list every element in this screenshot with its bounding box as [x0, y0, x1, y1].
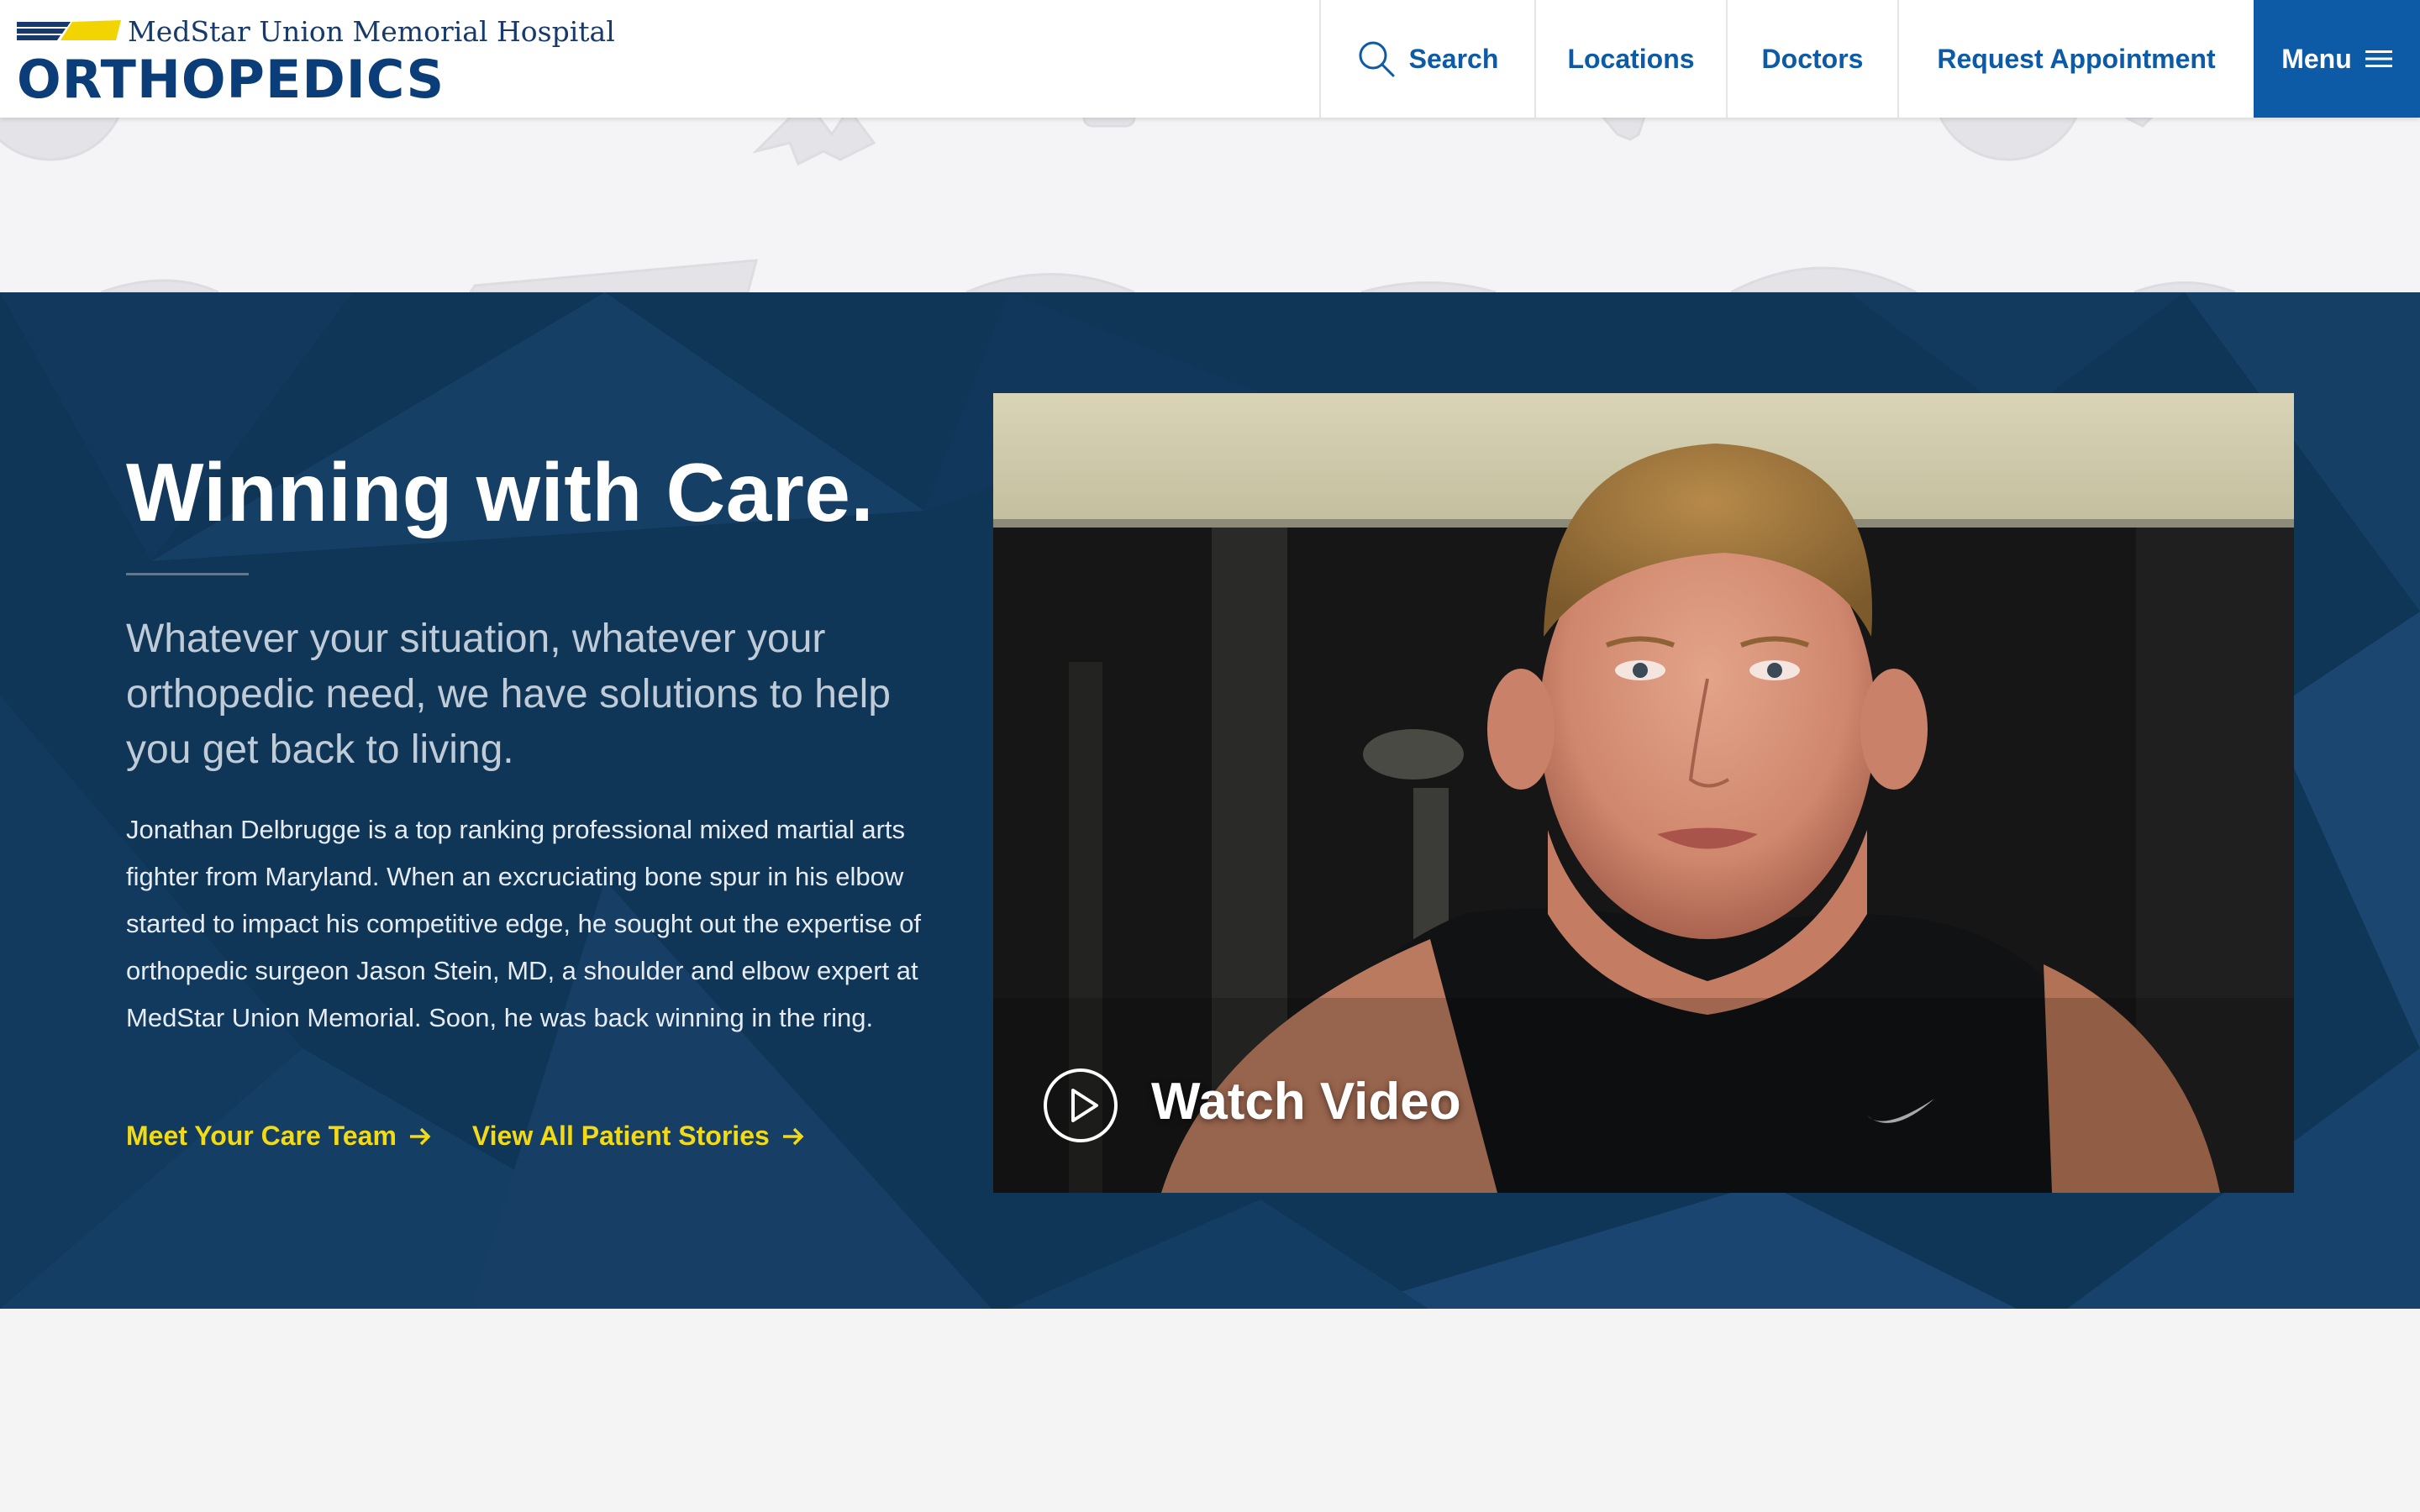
hero-body-text: Jonathan Delbrugge is a top ranking prof… [126, 815, 922, 1032]
menu-button[interactable]: Menu [2254, 0, 2420, 118]
search-label: Search [1408, 43, 1499, 74]
medstar-logo-icon [17, 20, 121, 40]
search-button[interactable]: Search [1319, 0, 1534, 118]
meet-care-team-link[interactable]: Meet Your Care Team [126, 1121, 432, 1152]
menu-label: Menu [2281, 43, 2352, 74]
hero-links: Meet Your Care Team View All Patient Sto… [126, 1121, 805, 1152]
site-header: MedStar Union Memorial Hospital ORTHOPED… [0, 0, 2420, 118]
nav-request-appointment[interactable]: Request Appointment [1897, 0, 2254, 118]
nav-locations-label: Locations [1567, 43, 1695, 74]
nav-locations[interactable]: Locations [1534, 0, 1726, 118]
hospital-name: MedStar Union Memorial Hospital [128, 15, 615, 48]
team-logos-watermark [0, 118, 2420, 292]
hero-title: Winning with Care. [126, 446, 875, 538]
department-name: ORTHOPEDICS [17, 49, 445, 110]
nav-request-label: Request Appointment [1937, 43, 2216, 74]
team-logos-background [0, 118, 2420, 292]
nav-doctors-label: Doctors [1761, 43, 1864, 74]
meet-care-team-label: Meet Your Care Team [126, 1121, 397, 1151]
view-patient-stories-label: View All Patient Stories [471, 1121, 770, 1151]
watch-video-label[interactable]: Watch Video [1151, 1072, 1461, 1131]
hamburger-icon [2365, 50, 2392, 67]
nav-doctors[interactable]: Doctors [1726, 0, 1897, 118]
hero-section: Winning with Care. Whatever your situati… [0, 292, 2420, 1309]
site-logo[interactable]: MedStar Union Memorial Hospital ORTHOPED… [17, 15, 615, 110]
main-nav: Search Locations Doctors Request Appoint… [1319, 0, 2420, 118]
video-player[interactable]: Watch Video [993, 393, 2294, 1193]
arrow-right-icon [409, 1127, 431, 1145]
search-icon [1359, 41, 1395, 77]
title-divider [126, 573, 249, 575]
arrow-right-icon [782, 1127, 804, 1145]
play-icon[interactable] [1042, 1067, 1119, 1144]
page-lower-area [0, 1309, 2420, 1512]
hero-subtitle: Whatever your situation, whatever your o… [126, 617, 891, 772]
view-patient-stories-link[interactable]: View All Patient Stories [472, 1121, 805, 1152]
